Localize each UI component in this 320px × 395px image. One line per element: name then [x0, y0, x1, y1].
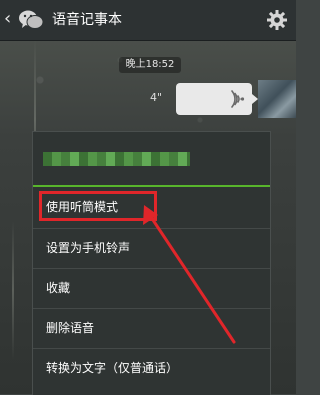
avatar[interactable] [258, 80, 296, 118]
menu-item-favorite[interactable]: 收藏 [33, 268, 270, 308]
menu-item-set-ringtone[interactable]: 设置为手机铃声 [33, 228, 270, 268]
page-title: 语音记事本 [52, 12, 122, 28]
blurred-contact-name [43, 152, 190, 166]
message-timestamp: 晚上18:52 [119, 57, 181, 73]
top-bar: ‹ 语音记事本 [0, 0, 296, 41]
rain-streak [12, 220, 14, 360]
voice-message-bubble[interactable] [176, 83, 258, 115]
sound-wave-icon [231, 90, 245, 108]
menu-header [33, 132, 270, 185]
context-menu: 使用听筒模式 设置为手机铃声 收藏 删除语音 转换为文字（仅普通话） [32, 131, 271, 395]
menu-item-delete-voice[interactable]: 删除语音 [33, 308, 270, 348]
menu-item-convert-to-text[interactable]: 转换为文字（仅普通话） [33, 348, 270, 388]
back-arrow-icon[interactable]: ‹ [4, 9, 11, 29]
voice-duration: 4" [150, 91, 163, 104]
annotation-highlight-box [39, 191, 157, 221]
wechat-logo-icon [19, 10, 44, 29]
menu-divider [33, 185, 270, 187]
gear-icon[interactable] [266, 9, 288, 31]
